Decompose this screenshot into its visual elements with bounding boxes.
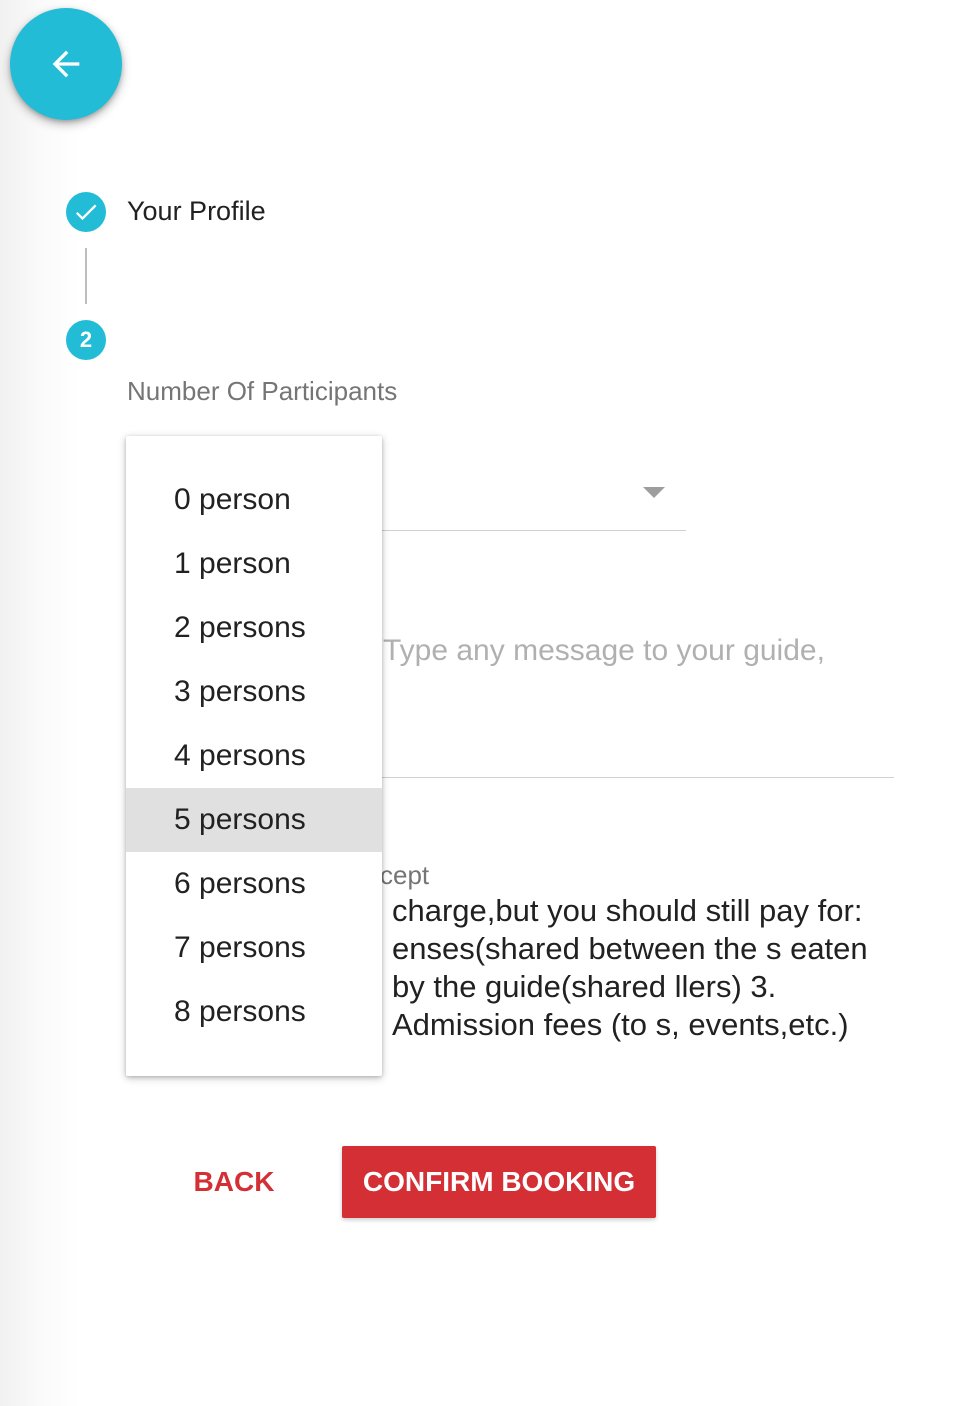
participants-dropdown-menu[interactable]: 0 person 1 person 2 persons 3 persons 4 … <box>126 436 382 1076</box>
terms-label-text: cept <box>380 860 430 890</box>
step-completed-indicator <box>66 192 106 232</box>
check-icon <box>75 204 97 221</box>
dropdown-option[interactable]: 6 persons <box>126 852 382 916</box>
dropdown-option-highlighted[interactable]: 5 persons <box>126 788 382 852</box>
dropdown-option[interactable]: 1 person <box>126 532 382 596</box>
dropdown-option[interactable]: 7 persons <box>126 916 382 980</box>
message-input-placeholder[interactable]: Type any message to your guide, <box>383 634 825 668</box>
confirm-booking-button[interactable]: CONFIRM BOOKING <box>342 1146 656 1218</box>
arrow-left-icon <box>52 50 80 78</box>
dropdown-option[interactable]: 4 persons <box>126 724 382 788</box>
dropdown-option[interactable]: 8 persons <box>126 980 382 1044</box>
dropdown-option[interactable]: 2 persons <box>126 596 382 660</box>
step-number-indicator: 2 <box>66 320 106 360</box>
back-button[interactable]: BACK <box>170 1146 298 1218</box>
dropdown-arrow-icon[interactable] <box>643 487 665 498</box>
participants-label: Number Of Participants <box>127 376 398 406</box>
step-connector <box>85 248 87 304</box>
dropdown-option[interactable]: 0 person <box>126 468 382 532</box>
back-fab-button[interactable] <box>10 8 122 120</box>
dropdown-option[interactable]: 3 persons <box>126 660 382 724</box>
step-label-your-profile[interactable]: Your Profile <box>127 196 266 227</box>
